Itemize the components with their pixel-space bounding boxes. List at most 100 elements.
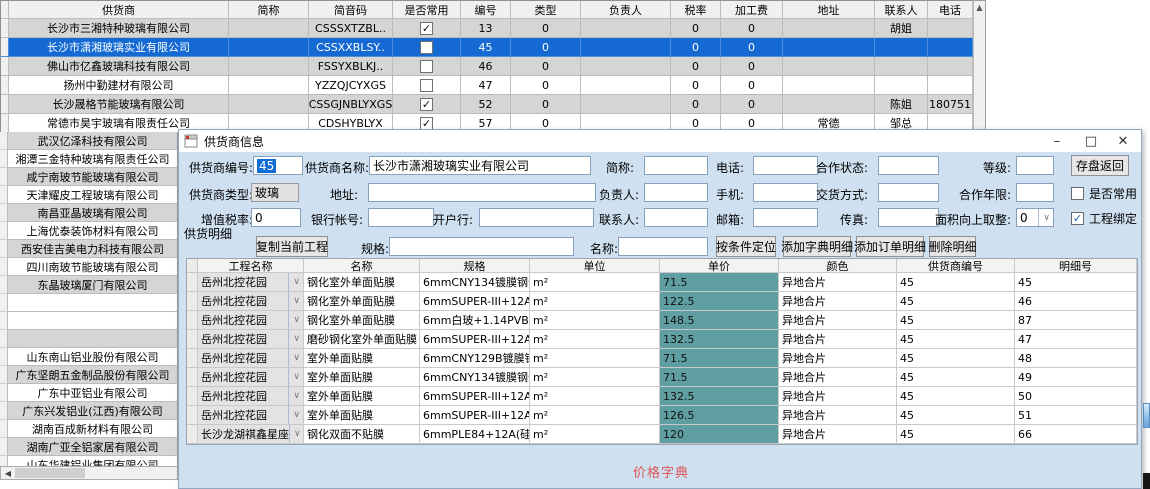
project-name-combo[interactable]: 岳州北控花园∨ — [198, 292, 304, 311]
grid-cell[interactable]: 66 — [1015, 425, 1137, 444]
table-cell[interactable]: 52 — [461, 95, 511, 114]
bank-account-input[interactable] — [368, 208, 434, 227]
table-cell[interactable] — [783, 95, 875, 114]
list-item[interactable]: 广东中亚铝业有限公司 — [0, 384, 178, 402]
table-cell[interactable] — [928, 38, 973, 57]
table-cell[interactable]: 0 — [721, 57, 783, 76]
project-bind-checkbox-row[interactable]: ✓ 工程绑定 — [1071, 210, 1137, 227]
list-item[interactable]: 南昌亚晶玻璃有限公司 — [0, 204, 178, 222]
grid-cell[interactable]: m² — [530, 311, 660, 330]
column-header[interactable]: 供货商 — [9, 1, 229, 19]
table-cell[interactable] — [928, 19, 973, 38]
spec-filter-input[interactable] — [389, 237, 574, 256]
table-cell[interactable] — [875, 76, 928, 95]
dialog-titlebar[interactable]: 供货商信息 – □ ✕ — [179, 130, 1141, 152]
grid-cell[interactable]: 异地合片 — [779, 311, 897, 330]
checkbox-cell[interactable] — [393, 57, 461, 76]
row-selector[interactable] — [1, 38, 9, 57]
add-dict-detail-button[interactable]: 添加字典明细 — [783, 236, 851, 257]
save-return-button[interactable]: 存盘返回 — [1071, 155, 1129, 176]
minimize-button[interactable]: – — [1041, 130, 1073, 152]
grid-cell[interactable]: 50 — [1015, 387, 1137, 406]
grid-cell[interactable]: 异地合片 — [779, 425, 897, 444]
grid-cell[interactable]: m² — [530, 330, 660, 349]
table-cell[interactable] — [928, 57, 973, 76]
grid-cell[interactable]: 148.5 — [660, 311, 779, 330]
row-selector[interactable] — [187, 311, 198, 330]
grid-cell[interactable]: 47 — [1015, 330, 1137, 349]
grid-cell[interactable]: 室外单面贴膜 — [304, 368, 420, 387]
table-cell[interactable]: 13 — [461, 19, 511, 38]
table-row[interactable]: 长沙晟格节能玻璃有限公司CSSGJNBLYXGS✓52000陈姐180751 — [1, 95, 973, 114]
column-header[interactable]: 联系人 — [875, 1, 928, 19]
table-row[interactable]: 扬州中勤建材有限公司YZZQJCYXGS47000 — [1, 76, 973, 95]
table-row[interactable]: 佛山市亿鑫玻璃科技有限公司FSSYXBLKJ..46000 — [1, 57, 973, 76]
grid-cell[interactable]: 6mmSUPER-III+12A(硅... — [420, 406, 530, 425]
table-cell[interactable]: 180751 — [928, 95, 973, 114]
row-selector[interactable] — [1, 19, 9, 38]
grid-column-header[interactable]: 名称 — [304, 259, 420, 273]
row-selector[interactable] — [187, 292, 198, 311]
table-cell[interactable]: 胡姐 — [875, 19, 928, 38]
table-cell[interactable] — [783, 76, 875, 95]
row-selector[interactable] — [0, 276, 8, 294]
contact-input[interactable] — [644, 208, 708, 227]
column-header[interactable]: 简称 — [229, 1, 309, 19]
table-cell[interactable] — [581, 76, 671, 95]
table-cell[interactable] — [875, 57, 928, 76]
row-selector[interactable] — [187, 425, 198, 444]
table-cell[interactable]: 0 — [671, 57, 721, 76]
table-cell[interactable] — [229, 38, 309, 57]
grid-cell[interactable]: 132.5 — [660, 330, 779, 349]
grid-cell[interactable]: 6mmPLE84+12A(硅酮胶... — [420, 425, 530, 444]
column-header[interactable]: 地址 — [783, 1, 875, 19]
checkbox-cell[interactable] — [393, 76, 461, 95]
row-selector[interactable] — [0, 294, 8, 312]
column-header[interactable]: 加工费 — [721, 1, 783, 19]
grid-cell[interactable]: 45 — [897, 368, 1015, 387]
table-cell[interactable]: CSSXXBLSY.. — [309, 38, 393, 57]
list-item[interactable]: 东晶玻璃厦门有限公司 — [0, 276, 178, 294]
grid-row[interactable]: 岳州北控花园∨钢化室外单面贴膜6mmCNY134镀膜钢化m²71.5异地合片45… — [187, 273, 1137, 292]
grid-cell[interactable]: 87 — [1015, 311, 1137, 330]
row-selector[interactable] — [1, 114, 9, 133]
grid-row[interactable]: 岳州北控花园∨钢化室外单面贴膜6mm白玻+1.14PVB+6mm...m²148… — [187, 311, 1137, 330]
short-name-input[interactable] — [644, 156, 708, 175]
grid-cell[interactable]: 45 — [897, 425, 1015, 444]
table-cell[interactable]: 0 — [671, 76, 721, 95]
list-item[interactable] — [0, 294, 178, 312]
locate-by-condition-button[interactable]: 按条件定位 — [716, 236, 776, 257]
list-item[interactable]: 咸宁南玻节能玻璃有限公司 — [0, 168, 178, 186]
grid-cell[interactable]: 异地合片 — [779, 292, 897, 311]
project-name-combo[interactable]: 岳州北控花园∨ — [198, 311, 304, 330]
row-selector[interactable] — [187, 368, 198, 387]
table-cell[interactable]: 0 — [511, 76, 581, 95]
suppliers-vertical-scrollbar[interactable]: ▲ — [973, 0, 986, 132]
row-selector[interactable] — [1, 57, 9, 76]
table-cell[interactable]: 0 — [511, 19, 581, 38]
list-item[interactable]: 广东兴发铝业(江西)有限公司 — [0, 402, 178, 420]
grid-row[interactable]: 长沙龙湖祺鑫星座∨钢化双面不贴膜6mmPLE84+12A(硅酮胶...m²120… — [187, 425, 1137, 444]
grid-column-header[interactable]: 供货商编号 — [897, 259, 1015, 273]
delete-detail-button[interactable]: 删除明细 — [929, 236, 976, 257]
list-item[interactable]: 四川南玻节能玻璃有限公司 — [0, 258, 178, 276]
scroll-left-icon[interactable]: ◀ — [1, 469, 15, 478]
grid-cell[interactable]: 钢化室外单面贴膜 — [304, 311, 420, 330]
list-item[interactable]: 武汉亿泽科技有限公司 — [0, 132, 178, 150]
grid-column-header[interactable]: 颜色 — [779, 259, 897, 273]
grid-row[interactable]: 岳州北控花园∨室外单面贴膜6mmSUPER-III+12A(硅...m²126.… — [187, 406, 1137, 425]
grid-cell[interactable]: 51 — [1015, 406, 1137, 425]
row-selector[interactable] — [0, 150, 8, 168]
copy-current-project-button[interactable]: 复制当前工程 — [256, 236, 328, 257]
table-cell[interactable] — [229, 19, 309, 38]
row-selector[interactable] — [0, 438, 8, 456]
table-cell[interactable]: 0 — [511, 57, 581, 76]
grid-row[interactable]: 岳州北控花园∨室外单面贴膜6mmCNY129B镀膜钢化m²71.5异地合片454… — [187, 349, 1137, 368]
table-cell[interactable] — [928, 76, 973, 95]
table-cell[interactable]: 扬州中勤建材有限公司 — [9, 76, 229, 95]
table-cell[interactable]: 47 — [461, 76, 511, 95]
row-selector[interactable] — [0, 312, 8, 330]
column-header[interactable]: 是否常用 — [393, 1, 461, 19]
row-selector[interactable] — [0, 330, 8, 348]
table-cell[interactable] — [581, 19, 671, 38]
